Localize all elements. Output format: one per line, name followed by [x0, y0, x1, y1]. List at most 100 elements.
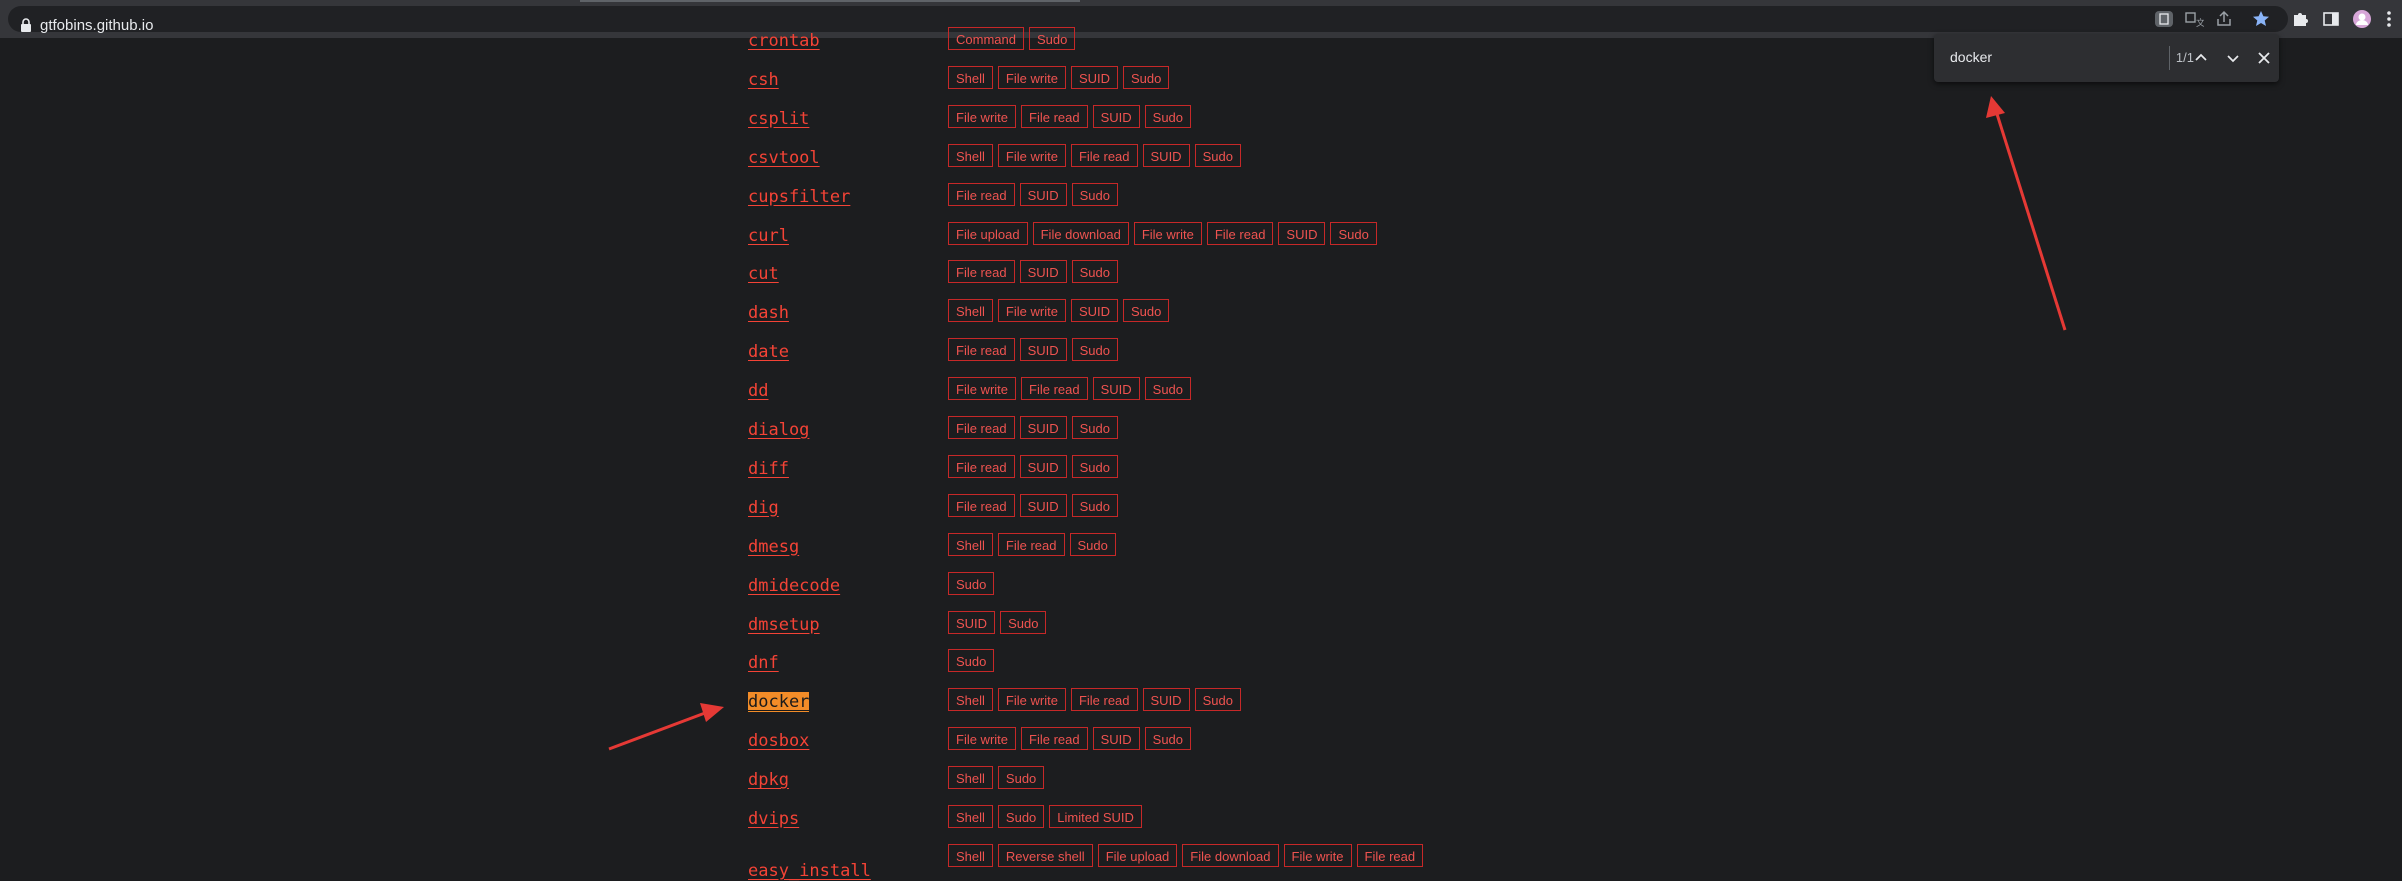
function-tag[interactable]: SUID	[948, 610, 996, 634]
function-tag[interactable]: SUID	[1019, 182, 1067, 206]
function-tag[interactable]: Shell	[948, 805, 993, 828]
function-tag[interactable]: SUID	[1092, 104, 1140, 128]
share-icon[interactable]	[2214, 9, 2234, 29]
function-tag[interactable]: Sudo	[1071, 493, 1119, 517]
function-tag[interactable]: File read	[997, 532, 1065, 556]
function-tag[interactable]: File write	[948, 727, 1017, 751]
binary-link[interactable]: crontab	[748, 31, 820, 51]
function-tag[interactable]: File read	[948, 182, 1015, 206]
binary-link[interactable]: dmesg	[748, 537, 799, 557]
binary-link[interactable]: date	[748, 342, 789, 362]
function-tag[interactable]: SUID	[1092, 377, 1140, 401]
function-tag[interactable]: File write	[948, 377, 1017, 401]
function-tag[interactable]: Sudo	[948, 571, 995, 595]
function-tag[interactable]: Sudo	[1028, 27, 1076, 50]
side-panel-icon[interactable]	[2321, 9, 2341, 29]
function-tag[interactable]: Sudo	[1194, 688, 1241, 712]
function-tag[interactable]: File read	[1021, 104, 1088, 128]
function-tag[interactable]: Shell	[948, 532, 993, 556]
function-tag[interactable]: File read	[1021, 727, 1088, 751]
find-input[interactable]	[1950, 49, 2130, 65]
function-tag[interactable]: File read	[1021, 377, 1088, 401]
function-tag[interactable]: File write	[997, 65, 1066, 89]
function-tag[interactable]: SUID	[1070, 65, 1118, 89]
function-tag[interactable]: Shell	[948, 843, 993, 867]
binary-link[interactable]: dialog	[748, 420, 809, 440]
function-tag[interactable]: Shell	[948, 143, 993, 167]
function-tag[interactable]: Shell	[948, 299, 993, 323]
function-tag[interactable]: Sudo	[1069, 532, 1116, 556]
function-tag[interactable]: File upload	[1097, 843, 1178, 867]
function-tag[interactable]: Sudo	[1071, 182, 1119, 206]
function-tag[interactable]: SUID	[1019, 260, 1067, 284]
function-tag[interactable]: File read	[948, 493, 1015, 517]
function-tag[interactable]: Sudo	[1144, 727, 1192, 751]
binary-link[interactable]: dig	[748, 498, 779, 518]
function-tag[interactable]: SUID	[1019, 338, 1067, 362]
function-tag[interactable]: File read	[948, 338, 1015, 362]
function-tag[interactable]: File download	[1032, 221, 1129, 245]
function-tag[interactable]: Shell	[948, 688, 993, 712]
function-tag[interactable]: File write	[997, 688, 1066, 712]
profile-avatar[interactable]	[2352, 9, 2372, 29]
function-tag[interactable]: File write	[1283, 843, 1352, 867]
function-tag[interactable]: Sudo	[1123, 65, 1170, 89]
function-tag[interactable]: Sudo	[1071, 338, 1119, 362]
function-tag[interactable]: Sudo	[1144, 104, 1192, 128]
function-tag[interactable]: SUID	[1019, 493, 1067, 517]
binary-link[interactable]: dnf	[748, 653, 779, 673]
binary-link[interactable]: dd	[748, 381, 768, 401]
binary-link[interactable]: cut	[748, 264, 779, 284]
function-tag[interactable]: File read	[1356, 843, 1424, 867]
function-tag[interactable]: File read	[948, 416, 1015, 439]
binary-link[interactable]: dash	[748, 303, 789, 323]
bookmark-star-icon[interactable]	[2251, 9, 2271, 29]
function-tag[interactable]: File read	[1070, 143, 1138, 167]
function-tag[interactable]: SUID	[1142, 143, 1190, 167]
function-tag[interactable]: File download	[1182, 843, 1279, 867]
function-tag[interactable]: SUID	[1092, 727, 1140, 751]
function-tag[interactable]: Shell	[948, 65, 993, 89]
find-next-button[interactable]	[2223, 48, 2243, 68]
function-tag[interactable]: File upload	[948, 221, 1028, 245]
function-tag[interactable]: SUID	[1278, 221, 1326, 245]
function-tag[interactable]: Sudo	[948, 649, 995, 673]
find-in-page-icon[interactable]	[2154, 9, 2174, 29]
function-tag[interactable]: File write	[997, 143, 1066, 167]
function-tag[interactable]: File read	[948, 454, 1015, 478]
function-tag[interactable]: Sudo	[1194, 143, 1241, 167]
function-tag[interactable]: File read	[1206, 221, 1274, 245]
function-tag[interactable]: File write	[997, 299, 1066, 323]
function-tag[interactable]: File write	[1133, 221, 1202, 245]
function-tag[interactable]: Limited SUID	[1049, 805, 1142, 828]
function-tag[interactable]: Sudo	[997, 805, 1045, 828]
binary-link[interactable]: curl	[748, 226, 789, 246]
binary-link[interactable]: docker	[748, 692, 810, 713]
binary-link[interactable]: dosbox	[748, 731, 809, 751]
function-tag[interactable]: Reverse shell	[997, 843, 1093, 867]
binary-link[interactable]: easy_install	[748, 861, 871, 881]
function-tag[interactable]: File read	[948, 260, 1015, 284]
binary-link[interactable]: diff	[748, 459, 789, 479]
function-tag[interactable]: Sudo	[997, 766, 1045, 790]
function-tag[interactable]: Sudo	[1071, 260, 1119, 284]
translate-icon[interactable]: 文	[2184, 9, 2204, 29]
function-tag[interactable]: File read	[1070, 688, 1138, 712]
function-tag[interactable]: Shell	[948, 766, 993, 790]
function-tag[interactable]: SUID	[1070, 299, 1118, 323]
binary-link[interactable]: csvtool	[748, 148, 820, 168]
extensions-puzzle-icon[interactable]	[2290, 9, 2310, 29]
menu-kebab-icon[interactable]	[2384, 9, 2394, 29]
find-close-button[interactable]	[2254, 48, 2274, 68]
binary-link[interactable]: dvips	[748, 809, 799, 829]
binary-link[interactable]: dmsetup	[748, 615, 820, 635]
binary-link[interactable]: cupsfilter	[748, 187, 850, 207]
function-tag[interactable]: Command	[948, 27, 1024, 50]
function-tag[interactable]: Sudo	[1123, 299, 1170, 323]
function-tag[interactable]: Sudo	[1071, 416, 1119, 439]
find-previous-button[interactable]	[2191, 48, 2211, 68]
function-tag[interactable]: SUID	[1019, 416, 1067, 439]
binary-link[interactable]: csplit	[748, 109, 809, 129]
function-tag[interactable]: Sudo	[1330, 221, 1377, 245]
function-tag[interactable]: File write	[948, 104, 1017, 128]
